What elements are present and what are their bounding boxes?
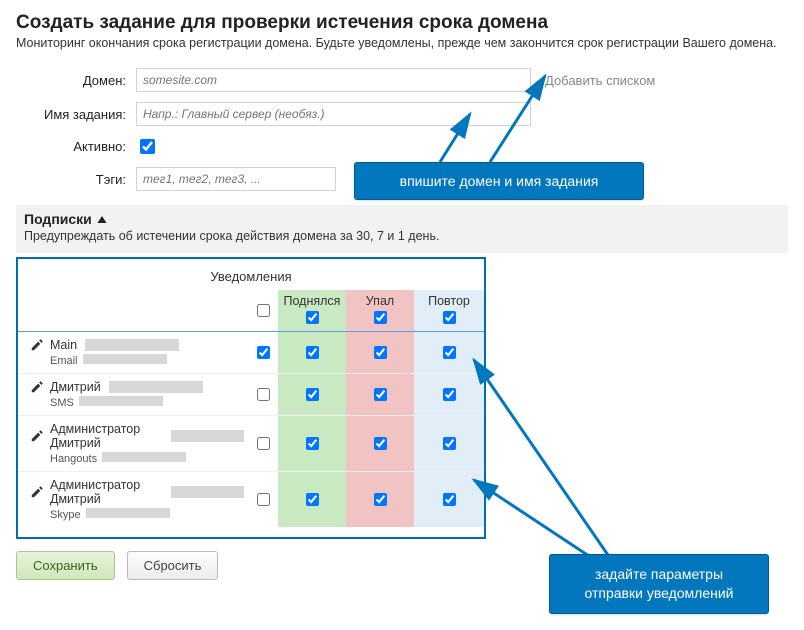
- tags-label: Тэги:: [16, 172, 136, 187]
- row-enable-checkbox[interactable]: [257, 388, 270, 401]
- row-down-checkbox[interactable]: [374, 437, 387, 450]
- active-label: Активно:: [16, 139, 136, 154]
- add-list-link[interactable]: Добавить списком: [545, 73, 655, 88]
- col-repeat-header: Повтор: [414, 290, 484, 332]
- row-repeat-checkbox[interactable]: [443, 346, 456, 359]
- task-name-input[interactable]: [136, 102, 531, 126]
- contact-name: Администратор Дмитрий: [50, 478, 163, 506]
- contact-name: Администратор Дмитрий: [50, 422, 163, 450]
- channel-label: Hangouts: [50, 453, 97, 465]
- contact-name: Дмитрий: [50, 380, 101, 394]
- edit-icon[interactable]: [30, 429, 44, 443]
- tags-input[interactable]: [136, 167, 336, 191]
- domain-label: Домен:: [16, 73, 136, 88]
- table-row: Администратор Дмитрий Skype: [18, 472, 484, 528]
- domain-input[interactable]: [136, 68, 531, 92]
- annotation-top: впишите домен и имя задания: [354, 162, 644, 200]
- redacted-text: [85, 339, 179, 351]
- notifications-box: Уведомления Поднялся Упал Повтор Main Ema…: [16, 257, 486, 539]
- row-down-checkbox[interactable]: [374, 493, 387, 506]
- redacted-text: [79, 396, 163, 406]
- subscriptions-desc: Предупреждать об истечении срока действи…: [24, 229, 780, 243]
- caret-up-icon: ▲: [94, 212, 109, 226]
- enable-all-checkbox[interactable]: [257, 304, 270, 317]
- task-name-label: Имя задания:: [16, 107, 136, 122]
- row-down-checkbox[interactable]: [374, 388, 387, 401]
- row-up-checkbox[interactable]: [306, 388, 319, 401]
- row-repeat-checkbox[interactable]: [443, 437, 456, 450]
- active-checkbox[interactable]: [140, 139, 155, 154]
- row-repeat-checkbox[interactable]: [443, 493, 456, 506]
- repeat-all-checkbox[interactable]: [443, 311, 456, 324]
- row-repeat-checkbox[interactable]: [443, 388, 456, 401]
- edit-icon[interactable]: [30, 485, 44, 499]
- notifications-title: Уведомления: [18, 265, 484, 290]
- col-down-header: Упал: [346, 290, 414, 332]
- row-down-checkbox[interactable]: [374, 346, 387, 359]
- row-up-checkbox[interactable]: [306, 437, 319, 450]
- row-up-checkbox[interactable]: [306, 346, 319, 359]
- row-up-checkbox[interactable]: [306, 493, 319, 506]
- row-enable-checkbox[interactable]: [257, 437, 270, 450]
- table-row: Администратор Дмитрий Hangouts: [18, 416, 484, 472]
- redacted-text: [102, 452, 186, 462]
- channel-label: Email: [50, 355, 78, 367]
- save-button[interactable]: Сохранить: [16, 551, 115, 580]
- redacted-text: [171, 486, 244, 498]
- contact-name: Main: [50, 338, 77, 352]
- row-enable-checkbox[interactable]: [257, 346, 270, 359]
- redacted-text: [109, 381, 203, 393]
- subscriptions-section: Подписки ▲ Предупреждать об истечении ср…: [16, 205, 788, 253]
- channel-label: SMS: [50, 397, 74, 409]
- down-all-checkbox[interactable]: [374, 311, 387, 324]
- subscriptions-title-text: Подписки: [24, 211, 92, 227]
- reset-button[interactable]: Сбросить: [127, 551, 219, 580]
- page-subtitle: Мониторинг окончания срока регистрации д…: [16, 36, 788, 50]
- col-up-header: Поднялся: [278, 290, 346, 332]
- edit-icon[interactable]: [30, 380, 44, 394]
- arrow-icon: [460, 290, 660, 580]
- redacted-text: [83, 354, 167, 364]
- table-row: Дмитрий SMS: [18, 374, 484, 416]
- page-title: Создать задание для проверки истечения с…: [16, 12, 788, 34]
- edit-icon[interactable]: [30, 338, 44, 352]
- redacted-text: [171, 430, 244, 442]
- up-all-checkbox[interactable]: [306, 311, 319, 324]
- row-enable-checkbox[interactable]: [257, 493, 270, 506]
- table-row: Main Email: [18, 332, 484, 374]
- subscriptions-toggle[interactable]: Подписки ▲: [24, 211, 780, 227]
- annotation-bottom: задайте параметры отправки уведомлений: [549, 554, 769, 614]
- redacted-text: [86, 508, 170, 518]
- channel-label: Skype: [50, 509, 81, 521]
